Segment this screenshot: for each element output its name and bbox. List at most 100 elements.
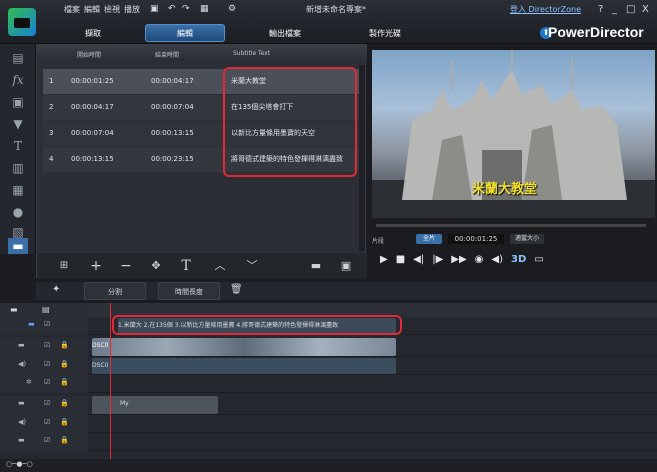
menu-edit[interactable]: 編輯	[84, 4, 100, 15]
next-frame-icon[interactable]: |▶	[432, 254, 443, 265]
close-button[interactable]: X	[642, 4, 649, 15]
media-room-icon[interactable]: ▤	[8, 50, 28, 66]
delete-icon[interactable]: 🗑	[230, 284, 243, 295]
subtitle-room-icon[interactable]: ▬	[8, 238, 28, 254]
lock-icon[interactable]: 🔒	[60, 341, 69, 349]
video-track-header: ▬ ☑ 🔒	[0, 395, 88, 415]
row-end-time[interactable]: 00:00:13:15	[151, 121, 194, 146]
row-index: 1	[49, 77, 54, 85]
add-subtitle-button[interactable]: +	[85, 257, 107, 275]
lock-icon[interactable]: 🔒	[60, 436, 69, 444]
settings-icon[interactable]: ⚙	[228, 4, 236, 14]
row-end-time[interactable]: 00:00:04:17	[151, 69, 194, 94]
playback-controls: 片段 全片 00:00:01:25 適當大小 ▶ ■ ◀| |▶ ▶▶ ◉ ◀)…	[372, 220, 655, 278]
previous-frame-icon[interactable]: ◀|	[413, 254, 424, 265]
row-end-time[interactable]: 00:00:07:04	[151, 95, 194, 120]
voice-over-icon[interactable]: ●	[8, 204, 28, 220]
tab-create-disc[interactable]: 製作光碟	[355, 24, 415, 42]
video-frame: 米蘭大教堂	[372, 50, 655, 218]
move-up-icon[interactable]: ︿	[209, 257, 231, 275]
effect-room-icon[interactable]: fx	[8, 72, 28, 88]
transition-room-icon[interactable]: ▥	[8, 160, 28, 176]
minimize-button[interactable]: _	[612, 4, 617, 15]
track-manager-icon[interactable]: ▤	[42, 305, 50, 314]
lock-icon[interactable]: 🔒	[60, 378, 69, 386]
track-enable-checkbox[interactable]: ☑	[44, 360, 50, 368]
subtitle-clip-highlight	[112, 315, 402, 335]
row-start-time[interactable]: 00:00:01:25	[71, 69, 114, 94]
zoom-slider[interactable]: ○─●─○	[6, 460, 33, 468]
video-track-3: ▬ ☑ 🔒	[0, 433, 657, 451]
3d-mode-button[interactable]: 3D	[511, 254, 526, 265]
fast-forward-icon[interactable]: ▶▶	[451, 254, 466, 265]
effect-track-icon: ✲	[26, 378, 32, 386]
audio-track-header: ◀) ☑ 🔒	[0, 357, 88, 375]
video-track-1: ▬ ☑ 🔒 DSC0	[0, 337, 657, 357]
tab-edit[interactable]: 編輯	[145, 24, 225, 42]
menu-view[interactable]: 檢視	[104, 4, 120, 15]
snapshot-icon[interactable]: ◉	[475, 254, 484, 265]
tab-capture[interactable]: 擷取	[68, 24, 118, 42]
merge-subtitle-icon[interactable]: ✥	[145, 257, 167, 275]
text-format-icon[interactable]: T	[175, 257, 197, 275]
playhead[interactable]	[110, 303, 111, 463]
tab-produce[interactable]: 輸出檔案	[255, 24, 315, 42]
title-room-icon[interactable]: T	[8, 138, 28, 154]
stop-icon[interactable]: ■	[396, 254, 405, 265]
track-enable-checkbox[interactable]: ☑	[44, 378, 50, 386]
row-index: 3	[49, 129, 54, 137]
audio-track-2: ◀) ☑ 🔒	[0, 415, 657, 433]
split-button[interactable]: 分割	[84, 282, 146, 300]
row-end-time[interactable]: 00:00:23:15	[151, 147, 194, 172]
track-enable-checkbox[interactable]: ☑	[44, 341, 50, 349]
maximize-button[interactable]: □	[626, 4, 635, 15]
zoom-select[interactable]: 適當大小	[510, 234, 544, 244]
subtitle-scrollbar[interactable]	[359, 65, 365, 251]
lock-icon[interactable]: 🔒	[60, 399, 69, 407]
row-start-time[interactable]: 00:00:07:04	[71, 121, 114, 146]
subtitle-panel: 開始時間 結束時間 Subtitle Text 1 00:00:01:25 00…	[36, 44, 367, 279]
help-button[interactable]: ?	[598, 4, 603, 15]
movie-mode-button[interactable]: 全片	[416, 234, 442, 244]
particle-room-icon[interactable]: ▼	[8, 116, 28, 132]
export-subtitle-icon[interactable]: ▣	[335, 257, 357, 275]
column-subtitle-text: Subtitle Text	[233, 50, 271, 57]
scrub-bar[interactable]	[376, 224, 646, 227]
duration-button[interactable]: 時間長度	[158, 282, 220, 300]
timeline-scrollbar[interactable]: ○─●─○	[0, 459, 657, 472]
track-enable-checkbox[interactable]: ☑	[44, 436, 50, 444]
fullscreen-icon[interactable]: ▭	[534, 254, 543, 265]
move-down-icon[interactable]: ﹀	[241, 257, 263, 275]
play-icon[interactable]: ▶	[380, 254, 388, 265]
video-clip[interactable]: DSC0	[92, 338, 396, 356]
transport-bar: ▶ ■ ◀| |▶ ▶▶ ◉ ◀) 3D ▭	[380, 254, 544, 265]
audio-mixing-room-icon[interactable]: ▦	[8, 182, 28, 198]
undo-icon[interactable]: ↶	[168, 4, 176, 14]
lock-icon[interactable]: 🔒	[60, 360, 69, 368]
menu-file[interactable]: 檔案	[64, 4, 80, 15]
track-enable-checkbox[interactable]: ☑	[44, 320, 50, 328]
column-end-time: 結束時間	[155, 52, 180, 59]
audio-clip[interactable]: DSC0	[92, 358, 396, 374]
pip-room-icon[interactable]: ▣	[8, 94, 28, 110]
timeline-mode-icon[interactable]: ▬	[10, 305, 18, 314]
column-start-time: 開始時間	[77, 52, 102, 59]
clip-mode-label[interactable]: 片段	[372, 236, 384, 245]
row-start-time[interactable]: 00:00:13:15	[71, 147, 114, 172]
lock-icon[interactable]: 🔒	[60, 418, 69, 426]
magic-tools-icon[interactable]: ✦	[52, 284, 60, 295]
save-icon[interactable]: ▣	[150, 4, 159, 14]
grid-icon[interactable]: ▦	[200, 4, 209, 14]
import-subtitle-icon[interactable]: ▬	[305, 257, 327, 275]
login-link[interactable]: 登入 DirectorZone	[510, 4, 581, 15]
row-start-time[interactable]: 00:00:04:17	[71, 95, 114, 120]
volume-icon[interactable]: ◀)	[491, 254, 503, 265]
insert-subtitle-icon[interactable]: ⊞	[53, 257, 75, 275]
track-enable-checkbox[interactable]: ☑	[44, 399, 50, 407]
redo-icon[interactable]: ↷	[182, 4, 190, 14]
remove-subtitle-button[interactable]: −	[115, 257, 137, 275]
audio-track-1: ◀) ☑ 🔒 DSC0	[0, 357, 657, 375]
timecode-display[interactable]: 00:00:01:25	[448, 234, 504, 244]
track-enable-checkbox[interactable]: ☑	[44, 418, 50, 426]
menu-play[interactable]: 播放	[124, 4, 140, 15]
